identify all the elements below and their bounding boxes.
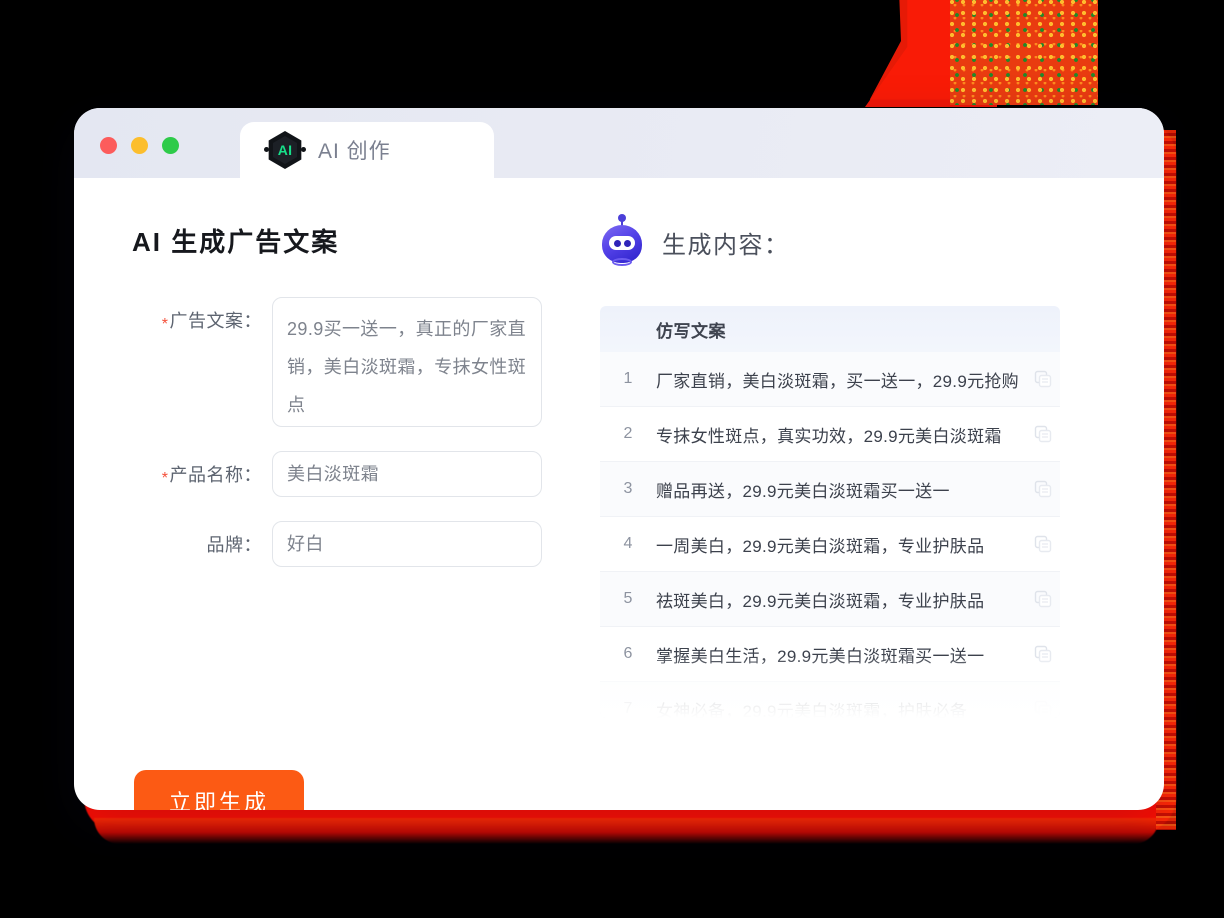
row-index: 1 <box>623 370 633 387</box>
robot-head-icon <box>600 214 644 268</box>
table-row[interactable]: 1 厂家直销，美白淡斑霜，买一送一，29.9元抢购 <box>600 352 1060 407</box>
window-body: AI 生成广告文案 *广告文案： 29.9买一送一，真正的厂家直销，美白淡斑霜，… <box>74 178 1164 810</box>
product-name-input[interactable]: 美白淡斑霜 <box>272 451 542 497</box>
row-text: 厂家直销，美白淡斑霜，买一送一，29.9元抢购 <box>656 371 1019 391</box>
close-button[interactable] <box>100 137 117 154</box>
copy-icon[interactable] <box>1026 535 1060 553</box>
row-text: 专抹女性斑点，真实功效，29.9元美白淡斑霜 <box>656 426 1002 446</box>
form-row-ad-copy: *广告文案： 29.9买一送一，真正的厂家直销，美白淡斑霜，专抹女性斑点 <box>132 297 574 427</box>
copy-icon[interactable] <box>1026 425 1060 443</box>
page-title: AI 生成广告文案 <box>132 227 340 257</box>
table-row[interactable]: 4 一周美白，29.9元美白淡斑霜，专业护肤品 <box>600 517 1060 572</box>
results-title: 生成内容： <box>662 231 790 259</box>
label-product-name: *产品名称： <box>132 451 272 487</box>
row-index: 6 <box>623 645 633 662</box>
row-index: 4 <box>623 535 633 552</box>
row-index: 2 <box>623 425 633 442</box>
row-text: 女神必备，29.9元美白淡斑霜，护肤必备 <box>656 701 968 719</box>
form-pane: AI 生成广告文案 *广告文案： 29.9买一送一，真正的厂家直销，美白淡斑霜，… <box>74 178 574 810</box>
window-titlebar: AI AI 创作 <box>74 108 1164 178</box>
table-row[interactable]: 7 女神必备，29.9元美白淡斑霜，护肤必备 <box>600 682 1060 718</box>
table-row[interactable]: 6 掌握美白生活，29.9元美白淡斑霜买一送一 <box>600 627 1060 682</box>
dotted-texture-block <box>950 0 1098 105</box>
label-brand-text: 品牌： <box>206 535 262 555</box>
red-arrow-shape-inner <box>869 0 985 100</box>
results-pane: 生成内容： 仿写文案 1 厂家直销，美白淡斑霜，买一送一，29.9元抢购 2 专… <box>574 178 1164 810</box>
table-column-header: 仿写文案 <box>600 306 1060 352</box>
table-row[interactable]: 2 专抹女性斑点，真实功效，29.9元美白淡斑霜 <box>600 407 1060 462</box>
row-text: 祛斑美白，29.9元美白淡斑霜，专业护肤品 <box>656 591 985 611</box>
copy-icon[interactable] <box>1026 480 1060 498</box>
results-table: 仿写文案 1 厂家直销，美白淡斑霜，买一送一，29.9元抢购 2 专抹女性斑点，… <box>600 306 1060 718</box>
app-window: AI AI 创作 AI 生成广告文案 *广告文案： 29.9买一送一，真正的厂家… <box>74 108 1164 810</box>
ad-copy-textarea[interactable]: 29.9买一送一，真正的厂家直销，美白淡斑霜，专抹女性斑点 <box>272 297 542 427</box>
label-ad-copy-text: 广告文案： <box>169 311 262 331</box>
form-row-brand: 品牌： 好白 <box>132 521 574 567</box>
ai-hexagon-badge-icon: AI <box>264 131 306 169</box>
tab-ai-creation[interactable]: AI AI 创作 <box>240 122 494 178</box>
row-index: 7 <box>623 700 633 717</box>
label-ad-copy: *广告文案： <box>132 297 272 333</box>
table-row[interactable]: 3 赠品再送，29.9元美白淡斑霜买一送一 <box>600 462 1060 517</box>
red-arrow-shape <box>865 0 997 107</box>
bottom-dot-texture <box>250 826 1070 840</box>
copy-icon[interactable] <box>1026 645 1060 663</box>
label-brand: 品牌： <box>132 521 272 557</box>
row-text: 赠品再送，29.9元美白淡斑霜买一送一 <box>656 481 950 501</box>
traffic-lights <box>100 137 179 154</box>
label-product-name-text: 产品名称： <box>169 465 262 485</box>
required-star-icon: * <box>161 316 169 333</box>
results-header: 生成内容： <box>592 214 1104 268</box>
minimize-button[interactable] <box>131 137 148 154</box>
required-star-icon: * <box>161 470 169 487</box>
generate-button[interactable]: 立即生成 <box>134 770 304 810</box>
ai-badge-text: AI <box>277 142 293 158</box>
copy-icon[interactable] <box>1026 370 1060 388</box>
brand-input[interactable]: 好白 <box>272 521 542 567</box>
tab-label: AI 创作 <box>318 140 391 163</box>
row-text: 一周美白，29.9元美白淡斑霜，专业护肤品 <box>656 536 985 556</box>
row-text: 掌握美白生活，29.9元美白淡斑霜买一送一 <box>656 646 985 666</box>
copy-icon[interactable] <box>1026 700 1060 718</box>
row-index: 5 <box>623 590 633 607</box>
table-row[interactable]: 5 祛斑美白，29.9元美白淡斑霜，专业护肤品 <box>600 572 1060 627</box>
maximize-button[interactable] <box>162 137 179 154</box>
row-index: 3 <box>623 480 633 497</box>
form-row-product-name: *产品名称： 美白淡斑霜 <box>132 451 574 497</box>
copy-icon[interactable] <box>1026 590 1060 608</box>
